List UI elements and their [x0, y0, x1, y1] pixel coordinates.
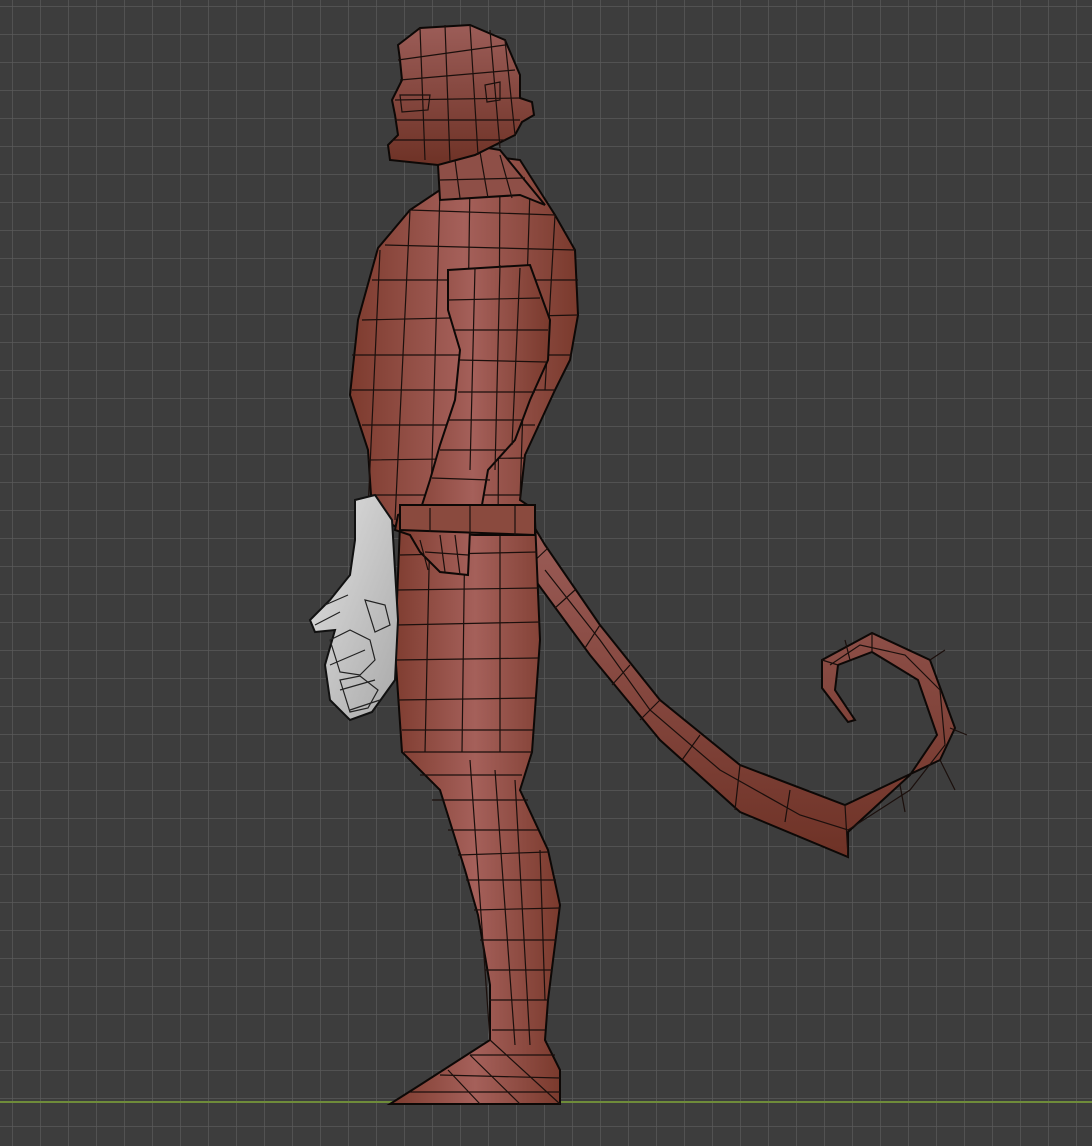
stone-hand [308, 493, 400, 722]
character-model[interactable] [0, 0, 1092, 1146]
belt [399, 504, 536, 537]
leg [386, 518, 562, 1105]
tail [516, 517, 968, 859]
head [386, 23, 536, 167]
3d-viewport[interactable] [0, 0, 1092, 1146]
